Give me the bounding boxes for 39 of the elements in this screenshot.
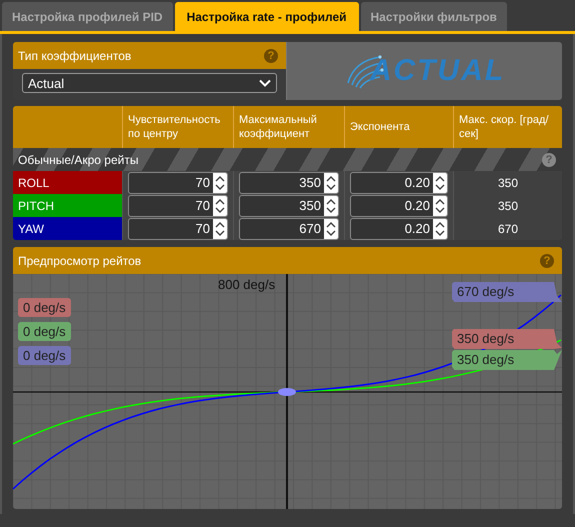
tab[interactable]: Настройка rate - профилей xyxy=(174,2,359,31)
number-field[interactable]: 350 xyxy=(239,172,339,194)
axis-label: YAW xyxy=(13,217,122,240)
number-field[interactable]: 70 xyxy=(128,194,228,216)
number-field[interactable]: 0.20 xyxy=(350,172,448,194)
chevron-down-icon xyxy=(259,79,271,87)
rates-type-dropdown[interactable]: Actual xyxy=(22,73,277,93)
spinner-icon[interactable] xyxy=(213,218,227,238)
max-speed-value: 350 xyxy=(498,198,518,212)
number-field[interactable]: 670 xyxy=(239,218,339,240)
axis-label: ROLL xyxy=(13,171,122,194)
column-header: Чувствительность по центру xyxy=(128,112,222,142)
current-rate-label: 0 deg/s xyxy=(18,298,71,317)
spinner-icon[interactable] xyxy=(213,172,227,192)
spinner-icon[interactable] xyxy=(324,172,338,192)
number-field[interactable]: 0.20 xyxy=(350,218,448,240)
current-rate-label: 0 deg/s xyxy=(18,322,71,341)
number-field[interactable]: 70 xyxy=(128,218,228,240)
number-field[interactable]: 0.20 xyxy=(350,194,448,216)
max-speed-value: 670 xyxy=(498,222,518,236)
number-field[interactable]: 350 xyxy=(239,194,339,216)
max-speed-value: 350 xyxy=(498,176,518,190)
column-header: Максимальный коэффициент xyxy=(239,112,318,142)
spinner-icon[interactable] xyxy=(433,218,447,238)
spinner-icon[interactable] xyxy=(433,172,447,192)
spinner-icon[interactable] xyxy=(213,196,227,216)
panel-title: Тип коэффициентов xyxy=(18,48,132,62)
spinner-icon[interactable] xyxy=(324,196,338,216)
number-field[interactable]: 70 xyxy=(128,172,228,194)
axis-label: PITCH xyxy=(13,194,122,217)
column-header: Экспонента xyxy=(350,120,410,134)
spinner-icon[interactable] xyxy=(324,218,338,238)
column-header: Макс. скор. [град/сек] xyxy=(459,112,550,142)
panel-title: Предпросмотр рейтов xyxy=(18,254,142,268)
spinner-icon[interactable] xyxy=(433,196,447,216)
axis-max-label: 800 deg/s xyxy=(218,277,276,292)
current-rate-label: 0 deg/s xyxy=(18,346,71,365)
group-title: Обычные/Акро рейты xyxy=(18,152,138,166)
logo-text: ACTUAL xyxy=(370,54,506,88)
